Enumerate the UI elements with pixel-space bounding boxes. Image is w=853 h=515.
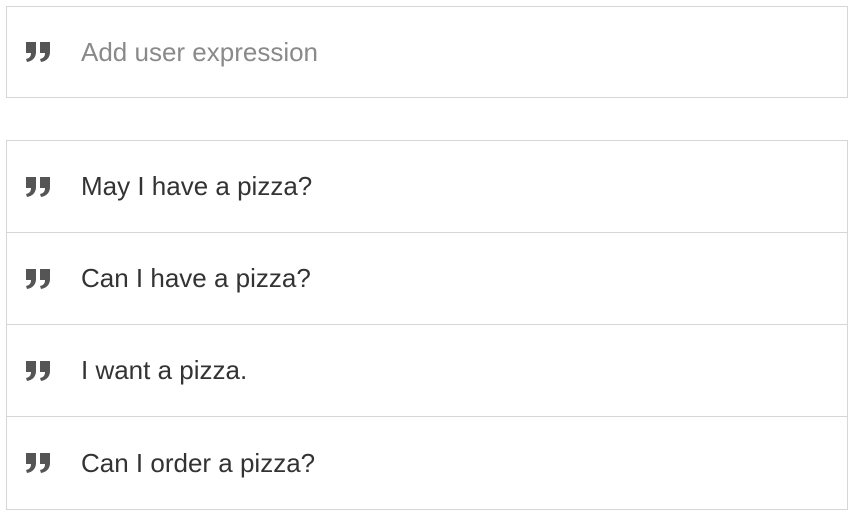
user-expression-text[interactable]: Can I have a pizza? [81,263,311,294]
user-expression-item[interactable]: Can I have a pizza? [7,233,847,325]
user-expression-list: May I have a pizza? Can I have a pizza? … [6,140,848,510]
add-user-expression-input[interactable] [81,32,821,72]
quote-icon [25,452,53,474]
user-expression-item[interactable]: I want a pizza. [7,325,847,417]
quote-icon [25,268,53,290]
quote-icon [25,360,53,382]
user-expression-text[interactable]: Can I order a pizza? [81,448,315,479]
quote-icon [25,176,53,198]
user-expression-text[interactable]: I want a pizza. [81,355,247,386]
quote-icon [25,41,53,63]
user-expression-item[interactable]: Can I order a pizza? [7,417,847,509]
user-expression-text[interactable]: May I have a pizza? [81,171,312,202]
add-user-expression-box[interactable] [6,6,848,98]
user-expression-item[interactable]: May I have a pizza? [7,141,847,233]
